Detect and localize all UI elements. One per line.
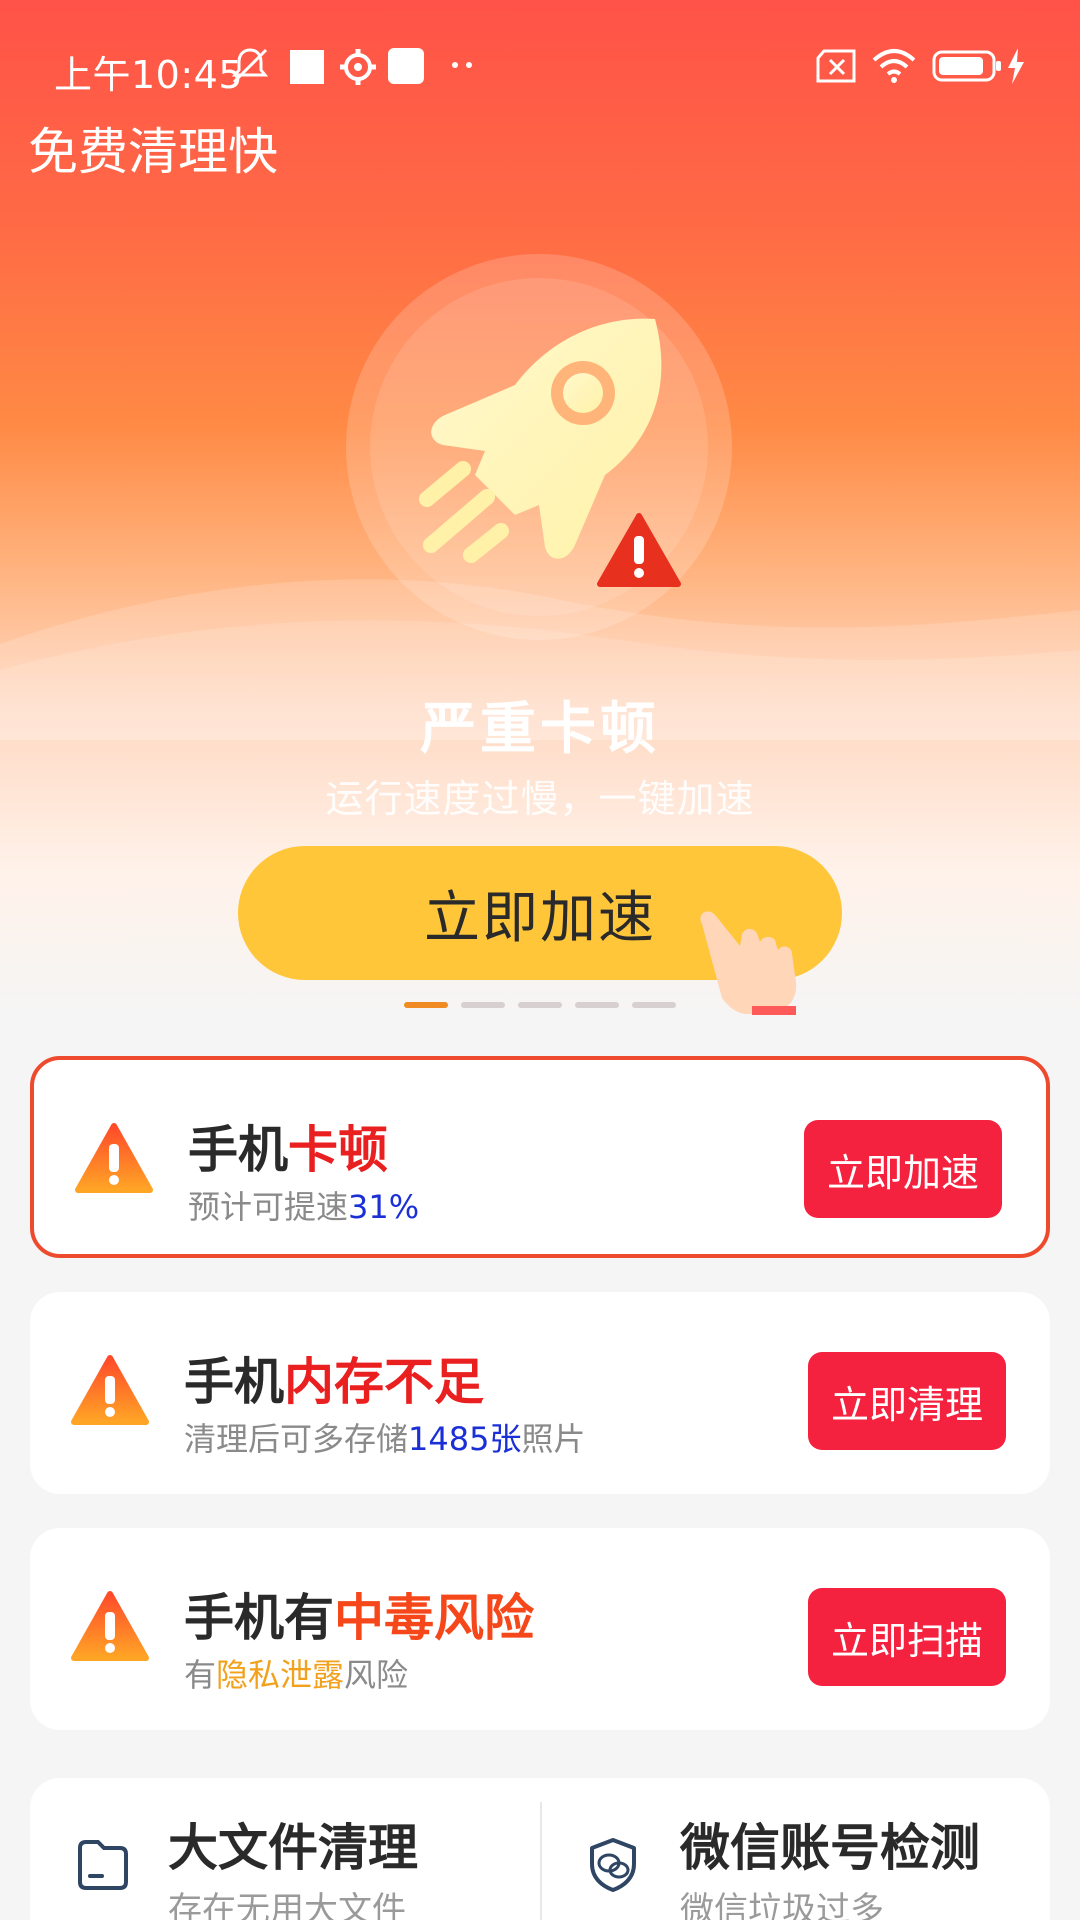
tools-panel: 大文件清理 存在无用大文件 微信账号检测 微信垃圾过多 [30, 1778, 1050, 1920]
more-dots-icon [452, 62, 472, 68]
card-desc: 预计可提速31% [188, 1188, 420, 1226]
charging-bolt-icon [1008, 48, 1024, 84]
page-indicator [0, 1002, 1080, 1010]
scan-action-button[interactable]: 立即扫描 [808, 1588, 1006, 1686]
card-title: 手机卡顿 [188, 1121, 388, 1179]
wechat-shield-icon [590, 1838, 636, 1892]
battery-icon [932, 50, 1001, 82]
clean-action-button[interactable]: 立即清理 [808, 1352, 1006, 1450]
card-desc: 有隐私泄露风险 [184, 1656, 409, 1694]
tool-name: 大文件清理 [168, 1819, 418, 1877]
square-icon [290, 50, 324, 84]
no-sim-icon [816, 49, 856, 83]
status-bar: 上午10:45 [0, 0, 1080, 130]
wechat-check-tool[interactable]: 微信账号检测 微信垃圾过多 [542, 1778, 1042, 1920]
hero-subtitle: 运行速度过慢，一键加速 [325, 777, 755, 821]
memory-card[interactable]: 手机内存不足 清理后可多存储1485张照片 立即清理 [30, 1292, 1050, 1494]
tool-desc: 存在无用大文件 [168, 1890, 406, 1920]
warning-icon [71, 1355, 149, 1425]
mi-app-icon [388, 48, 424, 84]
warning-icon [71, 1591, 149, 1661]
mute-icon [231, 48, 269, 84]
page-dot[interactable] [575, 1002, 619, 1008]
status-time: 上午10:45 [54, 53, 244, 97]
large-file-clean-tool[interactable]: 大文件清理 存在无用大文件 [30, 1778, 530, 1920]
page-dot[interactable] [518, 1002, 562, 1008]
page-dot[interactable] [632, 1002, 676, 1008]
gear-icon [340, 49, 376, 85]
card-title: 手机内存不足 [184, 1353, 484, 1411]
lag-card[interactable]: 手机卡顿 预计可提速31% 立即加速 [30, 1056, 1050, 1258]
virus-risk-card[interactable]: 手机有中毒风险 有隐私泄露风险 立即扫描 [30, 1528, 1050, 1730]
card-title: 手机有中毒风险 [184, 1589, 534, 1647]
wifi-icon [872, 49, 916, 83]
speed-up-action-button[interactable]: 立即加速 [804, 1120, 1002, 1218]
warning-icon [75, 1123, 153, 1193]
warning-icon [597, 513, 681, 587]
hero-title: 严重卡顿 [420, 697, 660, 762]
app-title: 免费清理快 [28, 123, 278, 181]
pointing-hand-icon [700, 911, 797, 1015]
page-dot-active[interactable] [404, 1002, 448, 1008]
tool-name: 微信账号检测 [680, 1819, 980, 1877]
card-desc: 清理后可多存储1485张照片 [184, 1420, 586, 1458]
folder-icon [78, 1840, 128, 1890]
page-dot[interactable] [461, 1002, 505, 1008]
hero-section: 上午10:45 免费清理快 严重卡顿 运行速度过慢，一键加速 立即加速 [0, 0, 1080, 1015]
tool-desc: 微信垃圾过多 [680, 1890, 884, 1920]
